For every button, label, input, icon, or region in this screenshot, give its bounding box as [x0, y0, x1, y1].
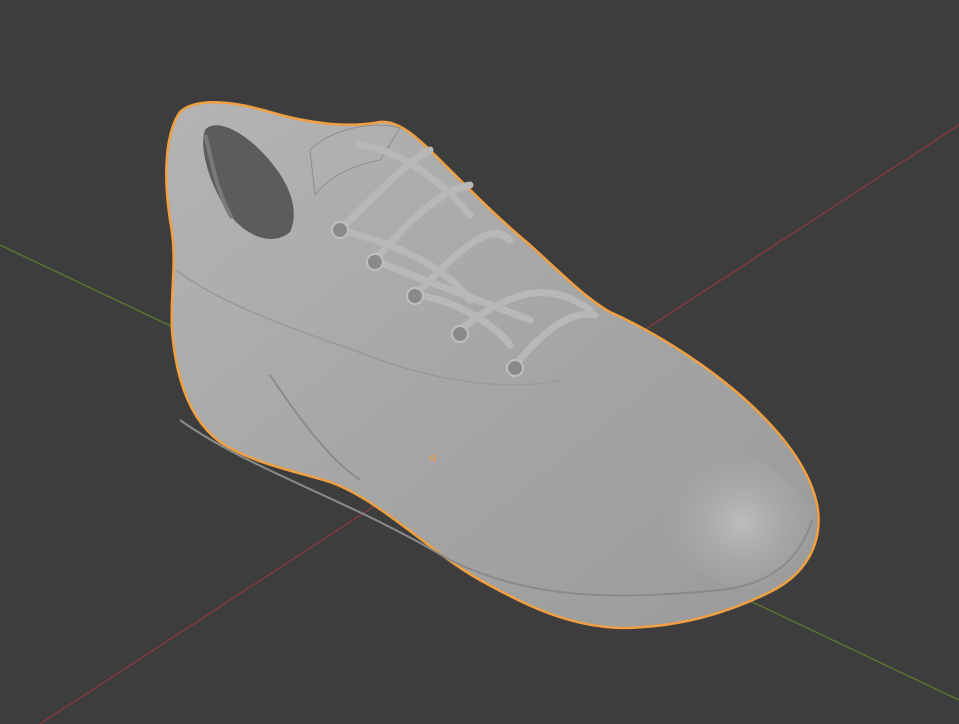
3d-viewport[interactable]	[0, 0, 959, 724]
